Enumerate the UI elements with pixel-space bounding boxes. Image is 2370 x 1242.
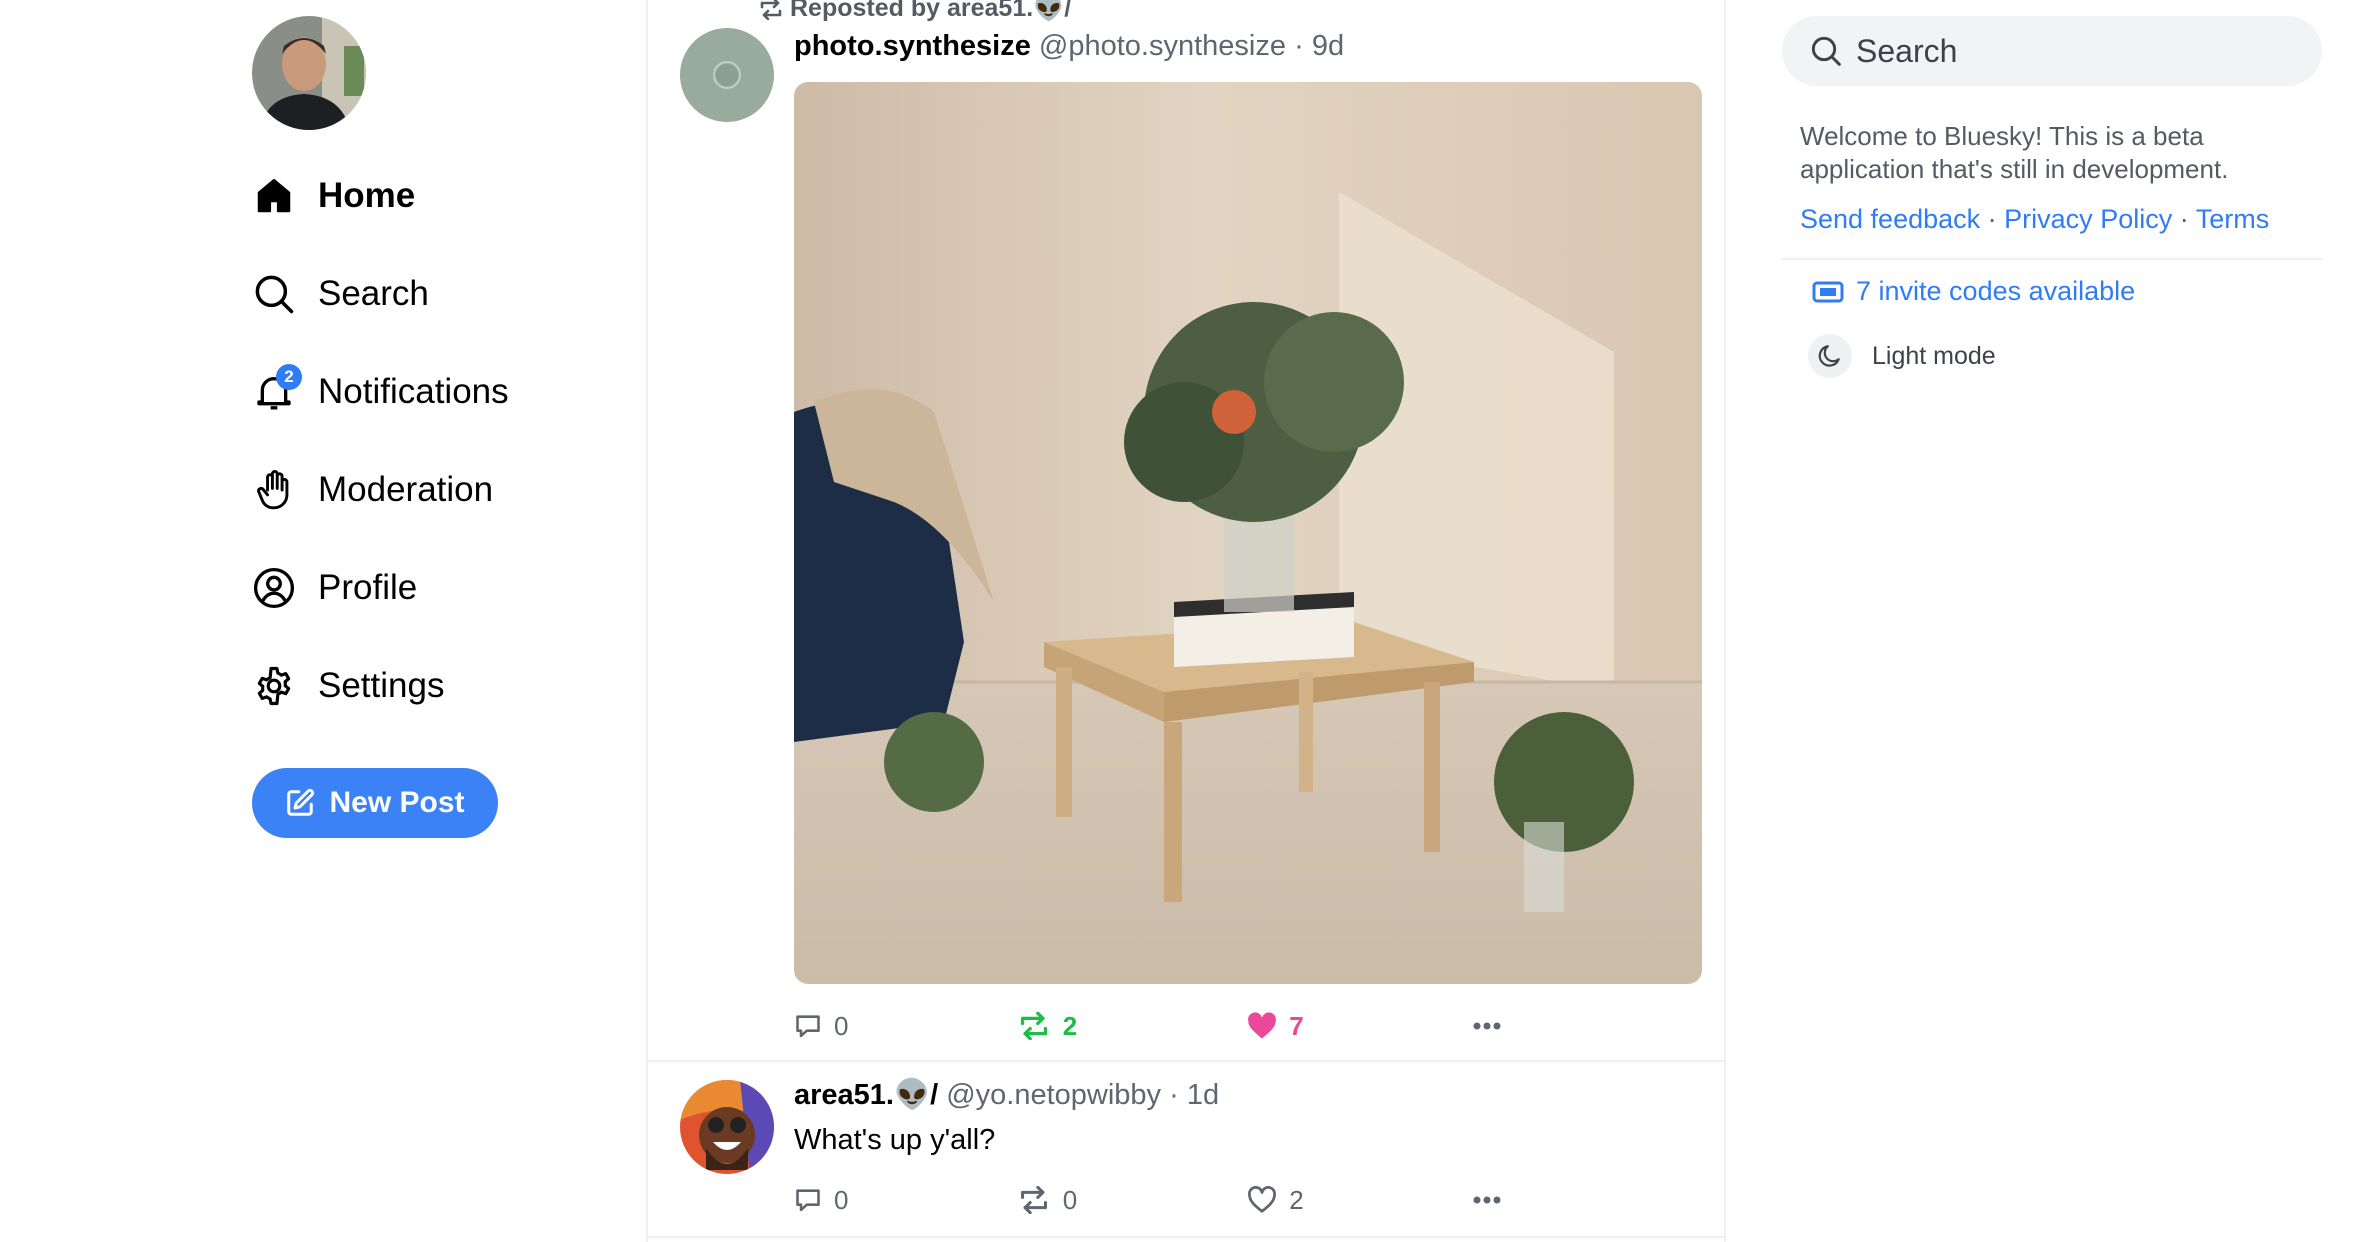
separator-dot: · bbox=[1294, 30, 1304, 62]
nav-label-notifications: Notifications bbox=[318, 372, 509, 411]
reply-button[interactable]: 0 bbox=[794, 1185, 1017, 1216]
bell-icon: 2 bbox=[250, 364, 302, 416]
user-circle-icon bbox=[250, 564, 298, 612]
more-options-button[interactable] bbox=[1472, 1021, 1514, 1031]
compose-icon bbox=[287, 788, 315, 816]
author-handle[interactable]: @yo.netopwibby bbox=[946, 1079, 1161, 1111]
repost-button[interactable]: 2 bbox=[1017, 1011, 1248, 1042]
notifications-badge: 2 bbox=[276, 364, 302, 390]
left-nav: Home Search 2 Notifications Moderation P… bbox=[250, 0, 650, 1242]
nav-label-profile: Profile bbox=[318, 568, 418, 607]
post-header: area51.👽/ @yo.netopwibby · 1d bbox=[794, 1078, 1219, 1112]
repost-icon bbox=[1020, 1012, 1047, 1040]
home-icon bbox=[250, 172, 298, 220]
privacy-policy-link[interactable]: Privacy Policy bbox=[2004, 204, 2172, 234]
heart-icon bbox=[1248, 1186, 1277, 1213]
link-separator: · bbox=[1987, 204, 1997, 234]
post-actions: 0 2 7 bbox=[794, 1006, 1514, 1046]
ellipsis-icon bbox=[1473, 1196, 1501, 1204]
like-button[interactable]: 2 bbox=[1247, 1185, 1472, 1216]
separator-dot: · bbox=[1169, 1079, 1179, 1111]
nav-item-profile[interactable]: Profile bbox=[250, 556, 417, 620]
sidebar-divider bbox=[1782, 258, 2322, 260]
new-post-button[interactable]: New Post bbox=[252, 768, 498, 838]
repost-icon bbox=[1020, 1186, 1047, 1214]
nav-label-search: Search bbox=[318, 274, 429, 313]
like-count: 2 bbox=[1289, 1184, 1304, 1215]
nav-item-search[interactable]: Search bbox=[250, 262, 429, 326]
nav-item-notifications[interactable]: 2 Notifications bbox=[250, 360, 509, 424]
footer-links: Send feedback · Privacy Policy · Terms bbox=[1800, 204, 2269, 235]
theme-label: Light mode bbox=[1872, 341, 1996, 370]
reply-button[interactable]: 0 bbox=[794, 1011, 1017, 1042]
nav-label-settings: Settings bbox=[318, 666, 445, 705]
search-box[interactable] bbox=[1782, 16, 2322, 86]
post-age: 1d bbox=[1186, 1079, 1220, 1111]
feed: Reposted by area51.👽/ photo.synthesize @… bbox=[646, 0, 1726, 1242]
gear-icon bbox=[250, 662, 298, 710]
invite-codes-text: 7 invite codes available bbox=[1856, 276, 2136, 306]
link-separator: · bbox=[2179, 204, 2189, 234]
repost-count: 0 bbox=[1062, 1184, 1078, 1215]
theme-toggle[interactable]: Light mode bbox=[1808, 334, 1996, 378]
like-button[interactable]: 7 bbox=[1247, 1011, 1472, 1042]
post-header: photo.synthesize @photo.synthesize · 9d bbox=[794, 30, 1344, 63]
reposted-by-text: Reposted by area51.👽/ bbox=[790, 0, 1072, 22]
author-handle[interactable]: @photo.synthesize bbox=[1039, 30, 1286, 62]
post-image[interactable] bbox=[794, 82, 1702, 984]
avatar[interactable] bbox=[680, 28, 774, 122]
repost-icon bbox=[760, 0, 782, 20]
nav-label-moderation: Moderation bbox=[318, 470, 494, 509]
new-post-label: New Post bbox=[329, 786, 465, 819]
reply-icon bbox=[796, 1015, 820, 1038]
avatar[interactable] bbox=[680, 1080, 774, 1174]
repost-indicator: Reposted by area51.👽/ bbox=[758, 0, 1071, 23]
search-icon bbox=[250, 270, 298, 318]
nav-item-settings[interactable]: Settings bbox=[250, 654, 444, 718]
post-text: What's up y'all? bbox=[794, 1124, 996, 1156]
reply-count: 0 bbox=[834, 1010, 849, 1041]
send-feedback-link[interactable]: Send feedback bbox=[1800, 204, 1980, 234]
author-name[interactable]: area51.👽/ bbox=[794, 1079, 938, 1111]
search-input[interactable] bbox=[1856, 32, 2296, 70]
welcome-text: Welcome to Bluesky! This is a beta appli… bbox=[1800, 121, 2229, 184]
ellipsis-icon bbox=[1473, 1022, 1501, 1030]
reply-icon bbox=[796, 1189, 820, 1212]
invite-codes-link[interactable]: 7 invite codes available bbox=[1812, 276, 2135, 307]
like-count: 7 bbox=[1289, 1010, 1304, 1041]
reply-count: 0 bbox=[834, 1184, 849, 1215]
nav-item-moderation[interactable]: Moderation bbox=[250, 458, 493, 522]
repost-button[interactable]: 0 bbox=[1017, 1185, 1248, 1216]
post-actions: 0 0 2 bbox=[794, 1180, 1514, 1220]
author-name[interactable]: photo.synthesize bbox=[794, 30, 1031, 62]
more-options-button[interactable] bbox=[1472, 1195, 1514, 1205]
moon-icon bbox=[1808, 334, 1852, 378]
nav-label-home: Home bbox=[318, 176, 416, 215]
my-avatar[interactable] bbox=[252, 16, 366, 130]
post-age: 9d bbox=[1311, 30, 1345, 62]
post-divider bbox=[648, 1060, 1724, 1062]
repost-count: 2 bbox=[1062, 1010, 1078, 1041]
nav-item-home[interactable]: Home bbox=[250, 164, 415, 228]
heart-icon bbox=[1248, 1012, 1277, 1039]
hand-icon bbox=[250, 466, 298, 514]
post-divider bbox=[648, 1236, 1724, 1238]
terms-link[interactable]: Terms bbox=[2196, 204, 2270, 234]
ticket-icon bbox=[1812, 281, 1844, 302]
search-icon bbox=[1811, 36, 1841, 66]
right-sidebar: Welcome to Bluesky! This is a beta appli… bbox=[1782, 0, 2322, 1242]
